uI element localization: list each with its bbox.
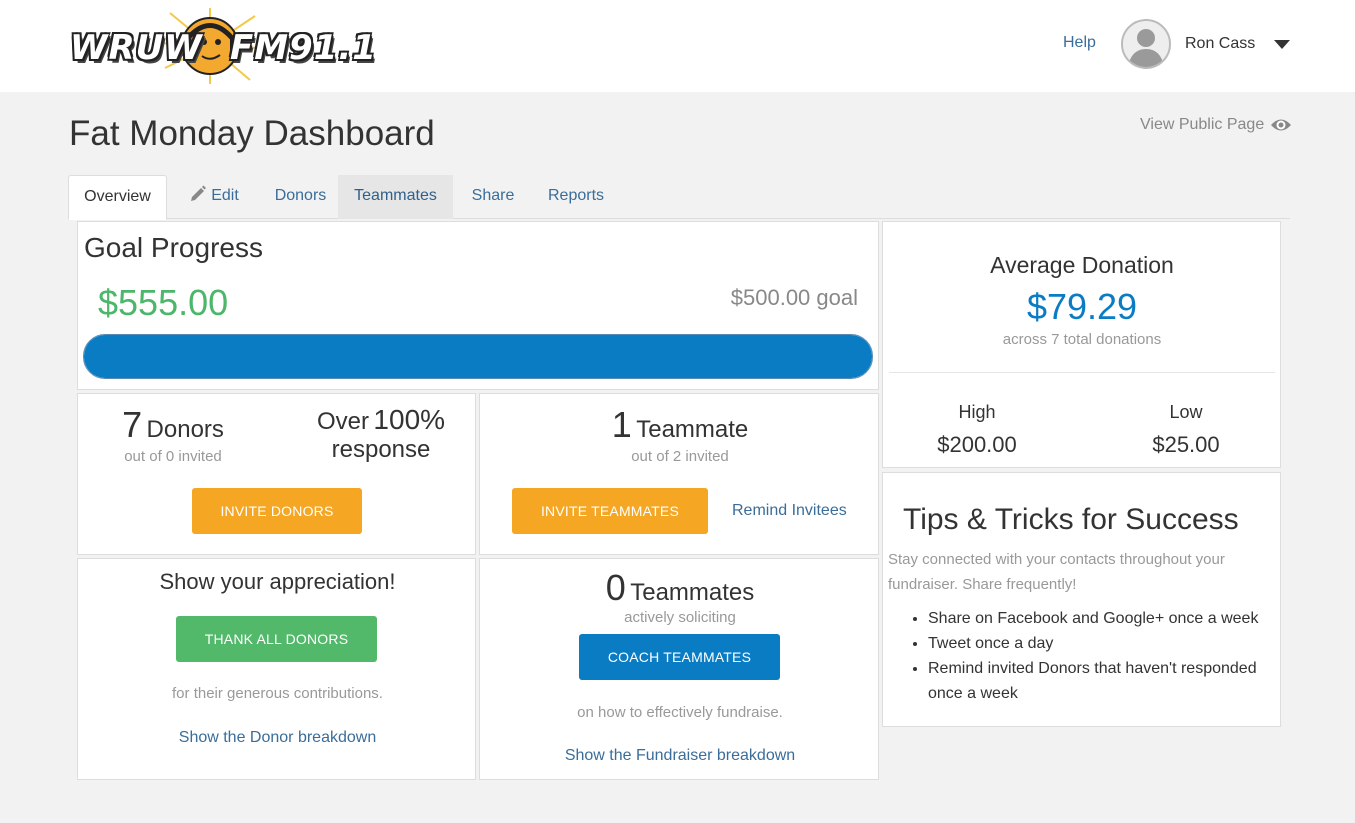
page-title: Fat Monday Dashboard	[69, 114, 435, 153]
user-menu-caret-icon[interactable]	[1274, 40, 1290, 49]
soliciting-card: 0 Teammates actively soliciting COACH TE…	[479, 558, 879, 780]
donors-summary: 7 Donors out of 0 invited	[98, 404, 248, 465]
fundraiser-breakdown-link[interactable]: Show the Fundraiser breakdown	[480, 747, 880, 765]
donors-label: Donors	[146, 416, 224, 443]
response-label: response	[331, 436, 431, 463]
response-percent: 100%	[373, 404, 446, 435]
dashboard-tabs: Overview Edit Donors Teammates Share Rep…	[68, 175, 1290, 220]
avatar[interactable]	[1121, 19, 1171, 69]
list-item: Remind invited Donors that haven't respo…	[928, 656, 1278, 706]
appreciation-title: Show your appreciation!	[159, 569, 396, 594]
user-silhouette-icon	[1128, 29, 1164, 67]
soliciting-label: Teammates	[630, 579, 755, 606]
average-donation-title: Average Donation	[990, 252, 1174, 278]
soliciting-subtext: actively soliciting	[624, 609, 736, 626]
coach-teammates-button[interactable]: COACH TEAMMATES	[579, 634, 780, 680]
donors-invited-text: out of 0 invited	[124, 448, 222, 465]
tips-card: Tips & Tricks for Success Stay connected…	[882, 472, 1281, 727]
tab-donors[interactable]: Donors	[258, 175, 343, 219]
soliciting-summary: 0 Teammates actively soliciting	[480, 567, 880, 626]
remind-invitees-link[interactable]: Remind Invitees	[732, 502, 847, 520]
logo-text-right: FM91.1	[230, 28, 377, 68]
top-bar: WRUW FM91.1 Help Ron Cass	[0, 0, 1355, 92]
thank-all-donors-button[interactable]: THANK ALL DONORS	[176, 616, 377, 662]
invite-teammates-button[interactable]: INVITE TEAMMATES	[512, 488, 708, 534]
teammate-count: 1	[611, 404, 632, 445]
logo-text-left: WRUW	[70, 28, 203, 68]
goal-amount: $500.00 goal	[730, 285, 858, 310]
tips-list: Share on Facebook and Google+ once a wee…	[928, 606, 1278, 706]
low-value: $25.00	[1152, 432, 1220, 457]
tab-teammates[interactable]: Teammates	[338, 175, 453, 219]
tips-title: Tips & Tricks for Success	[903, 503, 1239, 536]
low-label: Low	[1169, 402, 1203, 422]
average-donation-card: Average Donation $79.29 across 7 total d…	[882, 221, 1281, 468]
tab-overview[interactable]: Overview	[68, 175, 167, 220]
average-donation-value: $79.29	[1026, 286, 1138, 327]
goal-progress-title: Goal Progress	[84, 232, 263, 263]
help-link[interactable]: Help	[1063, 34, 1096, 52]
tab-edit-label: Edit	[211, 187, 239, 204]
high-label: High	[958, 402, 996, 422]
donor-breakdown-link[interactable]: Show the Donor breakdown	[78, 729, 477, 747]
average-donation-subtext: across 7 total donations	[1002, 331, 1162, 348]
teammates-invited-text: out of 2 invited	[631, 448, 729, 465]
eye-icon	[1271, 119, 1292, 131]
list-item: Tweet once a day	[928, 631, 1278, 656]
tab-reports[interactable]: Reports	[533, 175, 619, 219]
teammates-summary: 1 Teammate out of 2 invited	[480, 404, 880, 465]
appreciation-card: Show your appreciation! THANK ALL DONORS…	[77, 558, 476, 780]
invite-donors-button[interactable]: INVITE DONORS	[192, 488, 362, 534]
high-value: $200.00	[937, 432, 1017, 457]
station-logo[interactable]: WRUW FM91.1	[70, 8, 376, 84]
soliciting-note: on how to effectively fundraise.	[577, 704, 783, 721]
goal-progress-bar	[83, 334, 873, 379]
teammate-label: Teammate	[636, 416, 749, 443]
goal-progress-card: Goal Progress $555.00 $500.00 goal	[77, 221, 879, 390]
donor-count: 7	[122, 404, 143, 445]
soliciting-count: 0	[605, 567, 626, 608]
user-name[interactable]: Ron Cass	[1185, 35, 1255, 53]
appreciation-subtext: for their generous contributions.	[172, 685, 383, 702]
response-over-label: Over	[316, 408, 369, 435]
donors-card: 7 Donors out of 0 invited Over 100% resp…	[77, 393, 476, 555]
view-public-page-link[interactable]: View Public Page	[1140, 116, 1292, 134]
pencil-icon	[191, 185, 207, 201]
response-summary: Over 100% response	[296, 404, 466, 464]
view-public-page-label: View Public Page	[1140, 116, 1265, 133]
list-item: Share on Facebook and Google+ once a wee…	[928, 606, 1278, 631]
tips-intro: Stay connected with your contacts throug…	[888, 551, 1225, 593]
amount-raised: $555.00	[98, 282, 229, 323]
average-divider	[889, 372, 1275, 373]
teammates-card: 1 Teammate out of 2 invited INVITE TEAMM…	[479, 393, 879, 555]
tab-share[interactable]: Share	[453, 175, 533, 219]
tab-edit[interactable]: Edit	[170, 175, 258, 219]
goal-progress-fill	[84, 335, 872, 378]
